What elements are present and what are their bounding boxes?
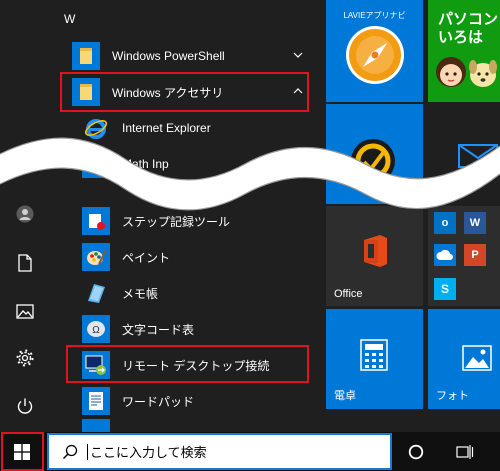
highlight-remote-desktop — [66, 345, 309, 383]
notepad-icon — [82, 279, 110, 307]
torn-page-separator — [0, 137, 500, 211]
chevron-down-icon[interactable] — [292, 49, 304, 61]
search-icon — [61, 443, 79, 461]
svg-text:Ω: Ω — [92, 325, 100, 336]
start-menu: W Windows PowerShell Windows アクセサリ Inter… — [0, 0, 500, 432]
tile-label: 電卓 — [334, 390, 356, 402]
tile-photos[interactable]: フォト — [428, 309, 500, 409]
app-notepad[interactable]: メモ帳 — [60, 275, 316, 311]
highlight-start-button — [1, 432, 44, 471]
app-label: メモ帳 — [122, 286, 159, 301]
wordpad-icon — [82, 387, 110, 415]
task-view-icon — [456, 444, 474, 459]
app-wordpad[interactable]: ワードパッド — [60, 383, 316, 419]
tile-lavie-app-navi[interactable]: LAVIEアプリナビ — [326, 0, 423, 102]
app-next-partial — [60, 419, 316, 432]
app-label: Internet Explorer — [122, 121, 211, 135]
app-label: ワードパッド — [122, 394, 195, 409]
search-placeholder: ここに入力して検索 — [90, 445, 207, 460]
character-map-icon: Ω — [82, 315, 110, 343]
highlight-windows-accessories — [60, 72, 309, 112]
app-label: 文字コード表 — [122, 322, 195, 337]
search-input[interactable]: ここに入力して検索 — [47, 433, 392, 470]
character-girl-icon — [436, 57, 466, 87]
app-character-map[interactable]: Ω 文字コード表 — [60, 311, 316, 347]
settings-icon — [16, 349, 34, 367]
tile-title-line2: いろは — [438, 29, 484, 46]
calculator-icon — [360, 339, 388, 371]
cortana-button[interactable] — [392, 432, 440, 471]
settings-button[interactable] — [0, 334, 50, 382]
app-icon — [82, 419, 110, 432]
app-windows-powershell[interactable]: Windows PowerShell — [60, 38, 316, 74]
power-icon — [17, 398, 33, 414]
taskbar: ここに入力して検索 — [0, 432, 500, 471]
tile-pasokon-iroha[interactable]: パソコン いろは — [428, 0, 500, 102]
documents-button[interactable] — [0, 239, 50, 287]
tile-calculator[interactable]: 電卓 — [326, 309, 423, 409]
app-label: ペイント — [122, 250, 171, 265]
tile-label: Office — [334, 288, 363, 300]
power-button[interactable] — [0, 382, 50, 430]
pictures-button[interactable] — [0, 287, 50, 335]
cortana-icon — [408, 444, 424, 459]
photos-icon — [462, 345, 492, 371]
letter-header-w[interactable]: W — [64, 12, 75, 26]
office-icon — [364, 235, 387, 267]
compass-icon — [346, 26, 404, 84]
app-paint[interactable]: ペイント — [60, 239, 316, 275]
task-view-button[interactable] — [441, 432, 489, 471]
tile-caption: LAVIEアプリナビ — [343, 11, 406, 20]
onedrive-icon[interactable] — [434, 244, 456, 266]
character-dog-icon — [469, 60, 497, 87]
tile-label: フォト — [436, 390, 469, 402]
skype-icon[interactable]: S — [434, 278, 456, 300]
pictures-icon — [16, 303, 34, 319]
paint-icon — [82, 243, 110, 271]
folder-icon — [72, 42, 100, 70]
powerpoint-icon[interactable]: P — [464, 244, 486, 266]
text-caret — [87, 443, 88, 460]
documents-icon — [18, 254, 32, 272]
app-label: Windows PowerShell — [112, 49, 225, 63]
